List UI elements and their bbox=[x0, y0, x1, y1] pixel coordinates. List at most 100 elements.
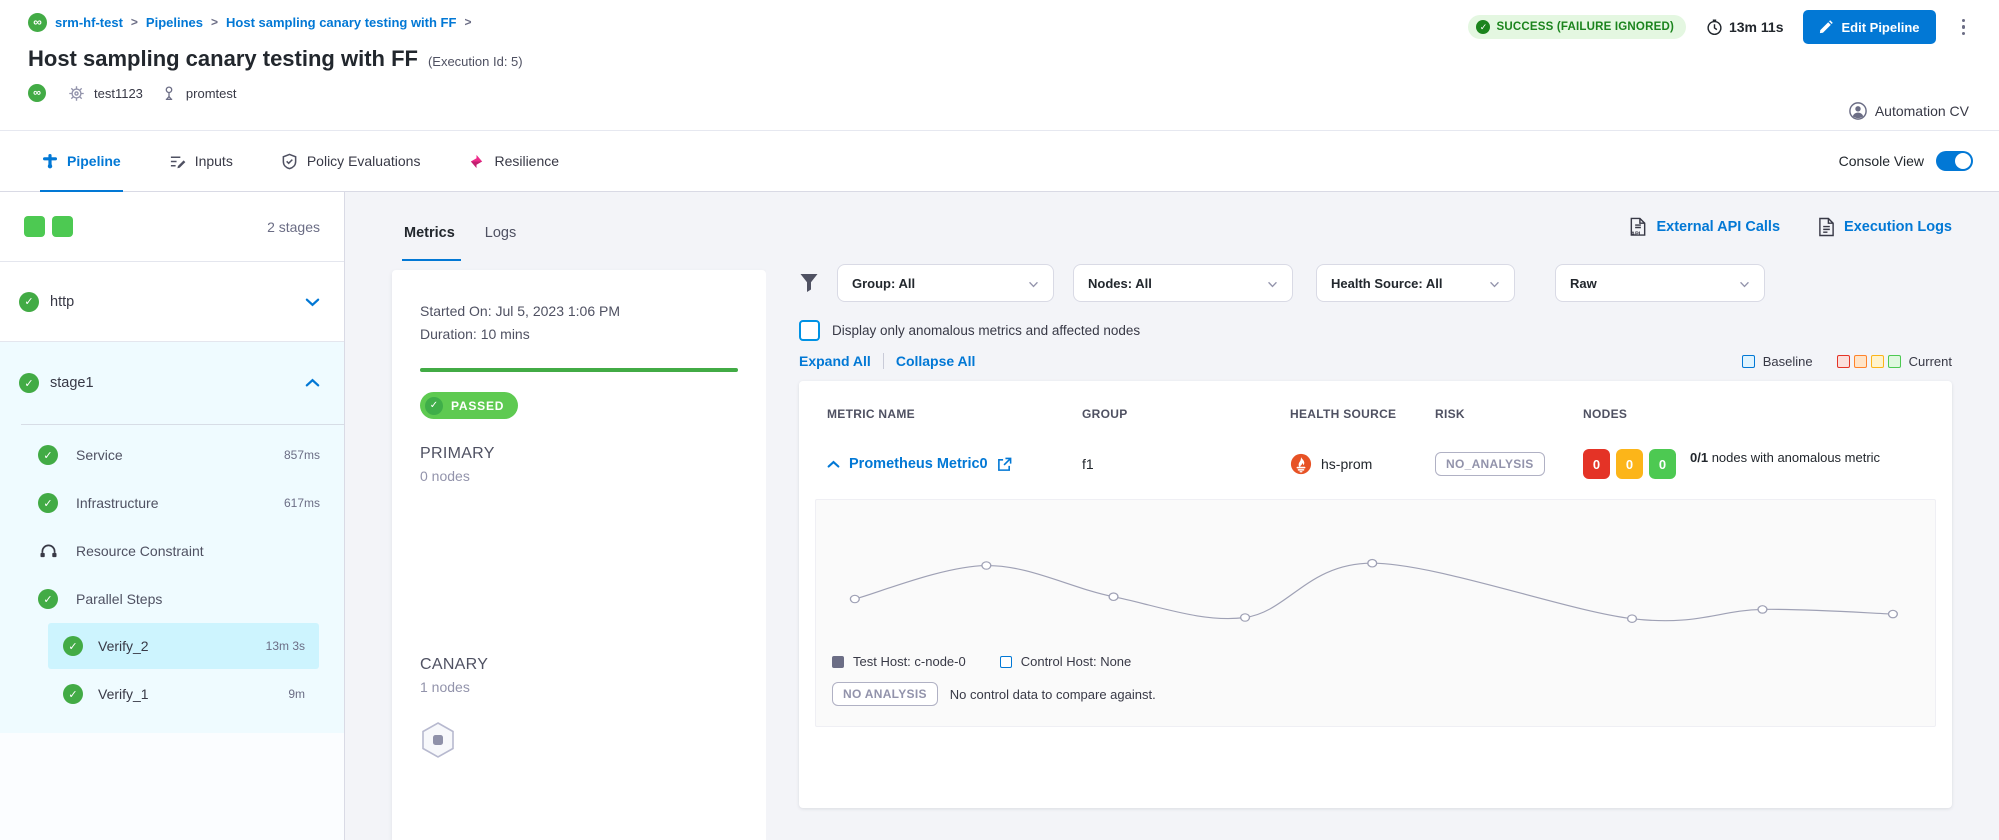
user-name: Automation CV bbox=[1875, 103, 1969, 119]
srm-module-icon: ∞ bbox=[28, 84, 46, 102]
sidebar-step-infrastructure[interactable]: ✓ Infrastructure 617ms bbox=[0, 479, 344, 527]
expand-all-link[interactable]: Expand All bbox=[799, 353, 871, 369]
total-duration-value: 13m 11s bbox=[1729, 19, 1784, 35]
metrics-table-header: METRIC NAME GROUP HEALTH SOURCE RISK NOD… bbox=[799, 381, 1952, 427]
breadcrumb-project[interactable]: srm-hf-test bbox=[55, 15, 123, 30]
more-options-icon[interactable] bbox=[1956, 15, 1972, 40]
canary-label: CANARY bbox=[420, 656, 738, 674]
tab-pipeline[interactable]: Pipeline bbox=[40, 131, 123, 191]
gear-icon[interactable] bbox=[68, 85, 85, 102]
filter-icon[interactable] bbox=[799, 272, 819, 294]
service-label[interactable]: promtest bbox=[186, 86, 237, 101]
tab-metrics[interactable]: Metrics bbox=[404, 225, 455, 247]
column-header: NODES bbox=[1583, 407, 1952, 421]
success-check-icon: ✓ bbox=[38, 589, 58, 609]
breadcrumb-pipelines[interactable]: Pipelines bbox=[146, 15, 203, 30]
console-view-toggle[interactable] bbox=[1936, 151, 1973, 171]
step-label: Service bbox=[76, 447, 123, 463]
anomalous-checkbox[interactable] bbox=[799, 320, 820, 341]
chevron-down-icon bbox=[1267, 276, 1278, 291]
sidebar-step-parallel-steps[interactable]: ✓ Parallel Steps bbox=[0, 575, 344, 623]
stage-name: stage1 bbox=[50, 375, 94, 391]
inputs-icon bbox=[169, 153, 186, 170]
sidebar-step-verify-2[interactable]: ✓ Verify_2 13m 3s bbox=[48, 623, 319, 669]
nodes-filter-select[interactable]: Nodes: All bbox=[1073, 264, 1293, 302]
hexagon-node-icon bbox=[420, 721, 456, 759]
metric-table-row: Prometheus Metric0 f1 hs-pr bbox=[799, 427, 1952, 489]
tab-resilience-label: Resilience bbox=[494, 153, 559, 169]
data-point-marker bbox=[1628, 615, 1637, 622]
data-point-marker bbox=[1758, 606, 1767, 613]
collapse-all-link[interactable]: Collapse All bbox=[896, 353, 976, 369]
external-api-calls-link[interactable]: API External API Calls bbox=[1629, 217, 1780, 237]
step-label: Infrastructure bbox=[76, 495, 158, 511]
chevron-down-icon[interactable] bbox=[305, 297, 320, 307]
sidebar-stage-stage1[interactable]: ✓ stage1 bbox=[0, 342, 344, 424]
sidebar-step-resource-constraint[interactable]: Resource Constraint bbox=[0, 527, 344, 575]
test-host-label: Test Host: c-node-0 bbox=[853, 654, 966, 669]
chevron-down-icon bbox=[1489, 276, 1500, 291]
tab-logs[interactable]: Logs bbox=[485, 225, 516, 247]
edit-pipeline-button[interactable]: Edit Pipeline bbox=[1803, 10, 1935, 44]
sidebar-step-service[interactable]: ✓ Service 857ms bbox=[0, 431, 344, 479]
passed-badge-label: PASSED bbox=[451, 399, 504, 413]
orange-swatch-icon bbox=[1854, 355, 1867, 368]
metric-name-link[interactable]: Prometheus Metric0 bbox=[849, 456, 988, 472]
breadcrumb-pipeline-name[interactable]: Host sampling canary testing with FF bbox=[226, 15, 456, 30]
chevron-up-icon[interactable] bbox=[305, 378, 320, 388]
canary-node[interactable] bbox=[420, 721, 738, 759]
chart-color-legend: Baseline Current bbox=[1742, 354, 1952, 369]
tab-pipeline-label: Pipeline bbox=[67, 153, 121, 169]
environment-label[interactable]: test1123 bbox=[94, 86, 143, 101]
external-link-icon[interactable] bbox=[997, 457, 1012, 472]
nodes-summary-text: nodes with anomalous metric bbox=[1708, 450, 1880, 465]
harness-logo-icon: ∞ bbox=[28, 13, 47, 32]
data-point-marker bbox=[982, 562, 991, 569]
resource-constraint-icon bbox=[38, 543, 58, 559]
tab-resilience[interactable]: Resilience bbox=[466, 131, 561, 191]
no-analysis-badge: NO ANALYSIS bbox=[832, 682, 938, 706]
breadcrumb-separator-icon: > bbox=[211, 15, 218, 29]
control-host-legend: Control Host: None bbox=[1000, 654, 1132, 669]
execution-sidebar: 2 stages ✓ http ✓ stage1 bbox=[0, 192, 345, 840]
nodes-filter-value: Nodes: All bbox=[1088, 276, 1152, 291]
app-root: ∞ srm-hf-test > Pipelines > Host samplin… bbox=[0, 0, 1999, 840]
step-label: Parallel Steps bbox=[76, 591, 162, 607]
breadcrumb-separator-icon: > bbox=[464, 15, 471, 29]
step-label: Verify_2 bbox=[98, 638, 149, 654]
execution-logs-link[interactable]: Execution Logs bbox=[1818, 217, 1952, 237]
collapse-metric-icon[interactable] bbox=[827, 460, 840, 469]
tab-policy-evaluations[interactable]: Policy Evaluations bbox=[279, 131, 423, 191]
metric-line-chart[interactable] bbox=[832, 518, 1919, 650]
divider bbox=[21, 424, 344, 425]
tab-inputs[interactable]: Inputs bbox=[167, 131, 235, 191]
metrics-panel: API External API Calls Execution Logs Gr… bbox=[766, 192, 1999, 840]
group-filter-select[interactable]: Group: All bbox=[837, 264, 1054, 302]
data-point-marker bbox=[1888, 610, 1897, 617]
green-swatch-icon bbox=[1888, 355, 1901, 368]
step-duration: 13m 3s bbox=[266, 639, 305, 653]
sidebar-stage-http[interactable]: ✓ http bbox=[0, 262, 344, 342]
passed-badge: ✓ PASSED bbox=[420, 392, 518, 419]
primary-label: PRIMARY bbox=[420, 445, 738, 463]
title-row: Host sampling canary testing with FF (Ex… bbox=[28, 46, 1971, 72]
mode-select[interactable]: Raw bbox=[1555, 264, 1765, 302]
resilience-icon bbox=[468, 153, 485, 170]
check-icon: ✓ bbox=[1476, 20, 1490, 34]
nodes-summary-ratio: 0/1 bbox=[1690, 450, 1708, 465]
sidebar-step-verify-1[interactable]: ✓ Verify_1 9m bbox=[48, 671, 319, 717]
status-badge: ✓ SUCCESS (FAILURE IGNORED) bbox=[1468, 15, 1686, 39]
execution-id: (Execution Id: 5) bbox=[428, 54, 523, 69]
panel-links: API External API Calls Execution Logs bbox=[799, 212, 1952, 242]
control-host-swatch-icon bbox=[1000, 656, 1012, 668]
health-source-filter-value: Health Source: All bbox=[1331, 276, 1442, 291]
header-actions: ✓ SUCCESS (FAILURE IGNORED) 13m 11s Edit… bbox=[1468, 10, 1971, 44]
expand-collapse-row: Expand All Collapse All Baseline Current bbox=[799, 353, 1952, 369]
host-legend: Test Host: c-node-0 Control Host: None bbox=[832, 654, 1919, 669]
green-node-count: 0 bbox=[1649, 449, 1676, 479]
health-source-filter-select[interactable]: Health Source: All bbox=[1316, 264, 1515, 302]
console-view-control: Console View bbox=[1839, 131, 1973, 191]
group-filter-value: Group: All bbox=[852, 276, 915, 291]
baseline-legend-label: Baseline bbox=[1763, 354, 1813, 369]
step-label: Resource Constraint bbox=[76, 543, 204, 559]
